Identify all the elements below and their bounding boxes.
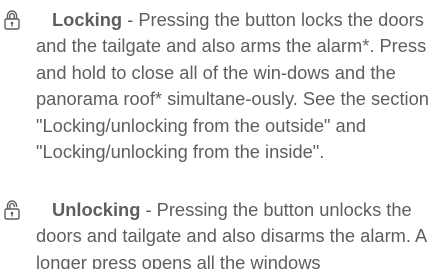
unlocking-entry: Unlocking - Pressing the button unlocks … (4, 197, 442, 269)
locking-entry: Locking - Pressing the button locks the … (4, 7, 442, 165)
locking-body: Pressing the button locks the doors and … (36, 9, 429, 163)
locked-padlock-icon (1, 9, 23, 31)
locking-separator: - (122, 9, 139, 30)
unlocked-padlock-icon (1, 199, 23, 221)
unlocking-description: Unlocking - Pressing the button unlocks … (36, 197, 442, 269)
locking-description: Locking - Pressing the button locks the … (36, 7, 442, 165)
locking-term: Locking (52, 9, 123, 30)
unlocking-separator: - (140, 199, 157, 220)
unlocking-term: Unlocking (52, 199, 141, 220)
